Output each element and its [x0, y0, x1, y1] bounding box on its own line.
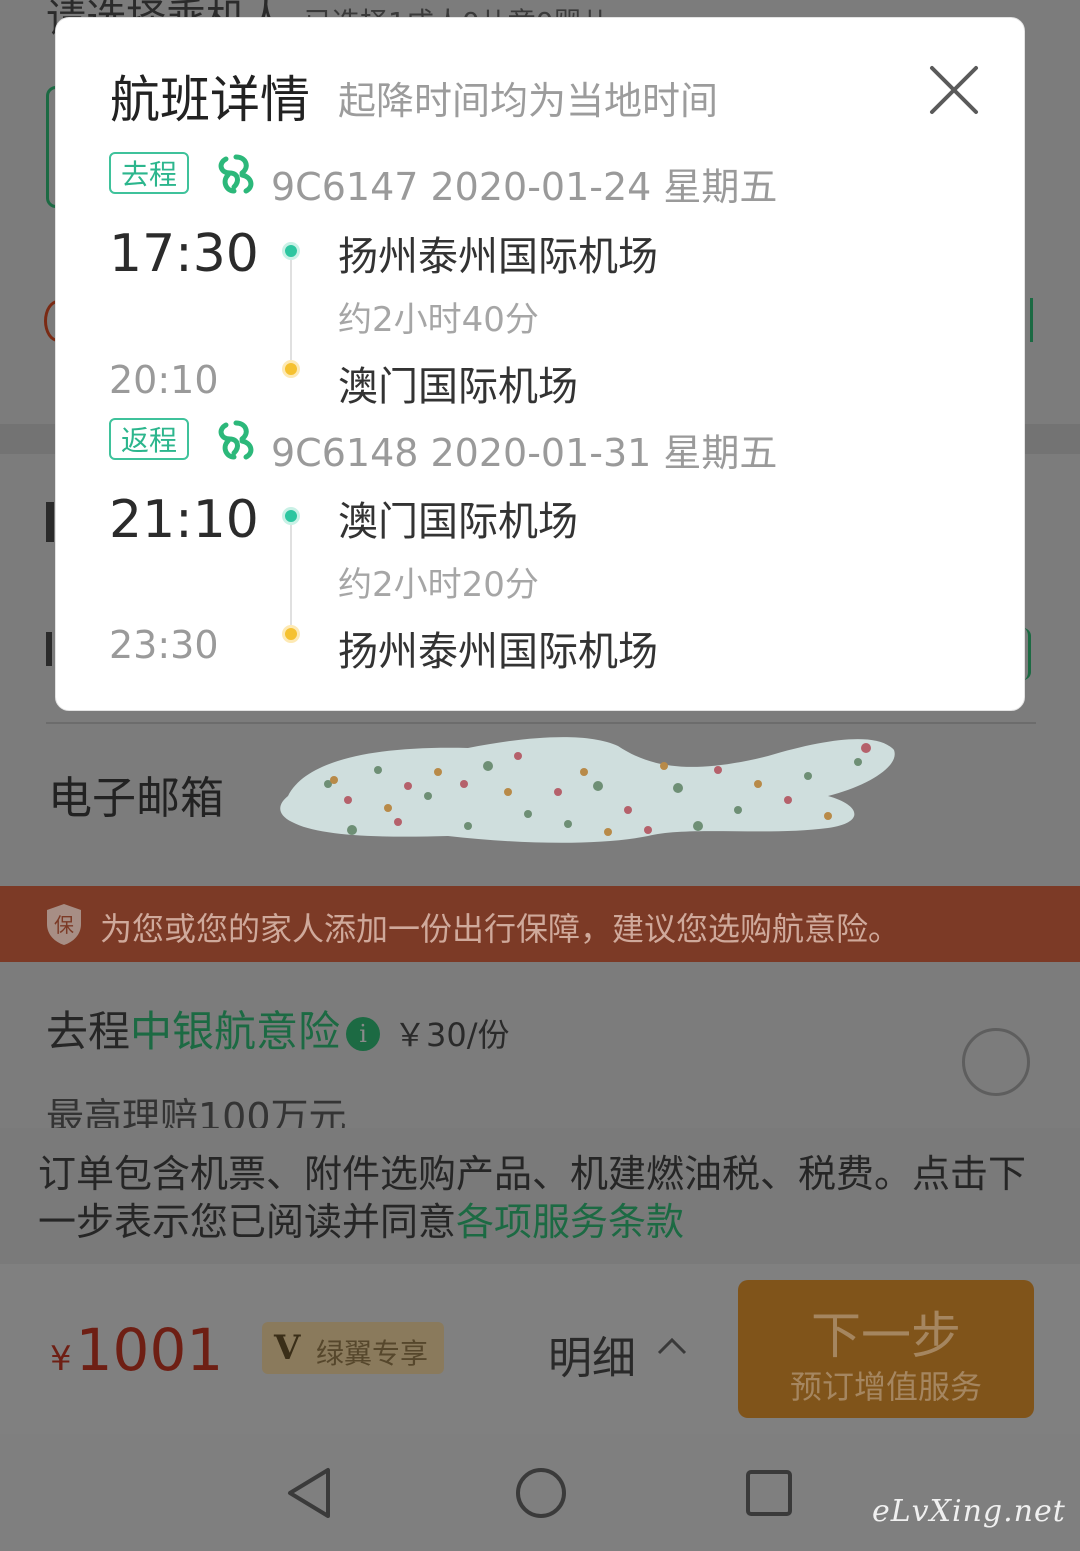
system-nav-bar: [0, 1434, 1080, 1551]
outbound-dep-time: 17:30: [109, 224, 259, 284]
vip-badge: V 绿翼专享: [262, 1322, 444, 1374]
return-dep-time: 21:10: [109, 490, 259, 550]
modal-subtitle: 起降时间均为当地时间: [338, 79, 719, 123]
insurance-radio[interactable]: [962, 1028, 1030, 1096]
return-dep-airport: 澳门国际机场: [338, 499, 578, 545]
departure-dot: [282, 507, 300, 525]
return-tag: 返程: [109, 418, 189, 460]
info-icon[interactable]: i: [346, 1017, 381, 1051]
email-divider: [46, 722, 1036, 724]
insurance-direction: 去程: [46, 1007, 131, 1056]
contact-row-edge: [46, 502, 54, 542]
recents-square-icon[interactable]: [744, 1468, 794, 1518]
outbound-arr-airport: 澳门国际机场: [338, 364, 578, 410]
close-icon[interactable]: [926, 62, 982, 118]
outbound-arr-time: 20:10: [109, 358, 219, 402]
return-duration: 约2小时20分: [338, 565, 539, 605]
terms-notice: 订单包含机票、附件选购产品、机建燃油税、税费。点击下一步表示您已阅读并同意各项服…: [0, 1128, 1080, 1264]
outbound-tag: 去程: [109, 152, 189, 194]
home-circle-icon[interactable]: [514, 1466, 568, 1520]
price-symbol: ¥: [50, 1339, 72, 1379]
chevron-up-icon[interactable]: [656, 1334, 688, 1356]
arrival-dot: [282, 360, 300, 378]
outbound-dep-airport: 扬州泰州国际机场: [338, 234, 658, 280]
airline-logo-icon: [218, 154, 254, 194]
departure-dot: [282, 242, 300, 260]
insurance-row-title: 去程中银航意险 i ￥30/份: [46, 998, 510, 1059]
next-step-button[interactable]: 下一步 预订增值服务: [738, 1280, 1034, 1418]
return-arr-airport: 扬州泰州国际机场: [338, 629, 658, 675]
phone-row-edge: [46, 632, 52, 666]
terms-link[interactable]: 各项服务条款: [456, 1200, 684, 1244]
return-flight-info: 9C6148 2020-01-31 星期五: [271, 431, 778, 475]
route-line: [290, 260, 292, 360]
watermark: eLvXing.net: [872, 1494, 1066, 1529]
shield-char: 保: [54, 913, 74, 937]
insurance-banner-text: 为您或您的家人添加一份出行保障，建议您选购航意险。: [100, 910, 901, 948]
next-step-label: 下一步: [811, 1307, 961, 1365]
email-label: 电子邮箱: [48, 773, 224, 824]
terms-text-block: 订单包含机票、附件选购产品、机建燃油税、税费。点击下一步表示您已阅读并同意各项服…: [38, 1150, 1048, 1246]
route-line: [290, 525, 292, 625]
next-step-sublabel: 预订增值服务: [789, 1368, 982, 1406]
outbound-duration: 约2小时40分: [338, 300, 539, 340]
vip-v-icon: V: [274, 1328, 301, 1368]
redacted-email-scribble: [280, 737, 895, 843]
vip-badge-text: 绿翼专享: [316, 1337, 429, 1370]
insurance-price: ￥30/份: [394, 1016, 510, 1054]
modal-title: 航班详情: [110, 71, 310, 129]
shield-icon: 保: [47, 904, 81, 945]
back-triangle-icon[interactable]: [286, 1466, 334, 1520]
insurance-banner: 保 为您或您的家人添加一份出行保障，建议您选购航意险。: [0, 886, 1080, 962]
arrival-dot: [282, 625, 300, 643]
outbound-flight-info: 9C6147 2020-01-24 星期五: [271, 165, 778, 209]
price-value: 1001: [75, 1316, 224, 1384]
return-arr-time: 23:30: [109, 623, 219, 667]
insurance-product-link[interactable]: 中银航意险: [130, 1007, 340, 1056]
total-price: ¥1001: [50, 1316, 223, 1384]
price-detail-button[interactable]: 明细: [548, 1322, 636, 1386]
airline-logo-icon: [218, 420, 254, 460]
flight-detail-modal: 航班详情 起降时间均为当地时间 去程 9C6147 2020-01-24 星期五…: [55, 17, 1025, 711]
